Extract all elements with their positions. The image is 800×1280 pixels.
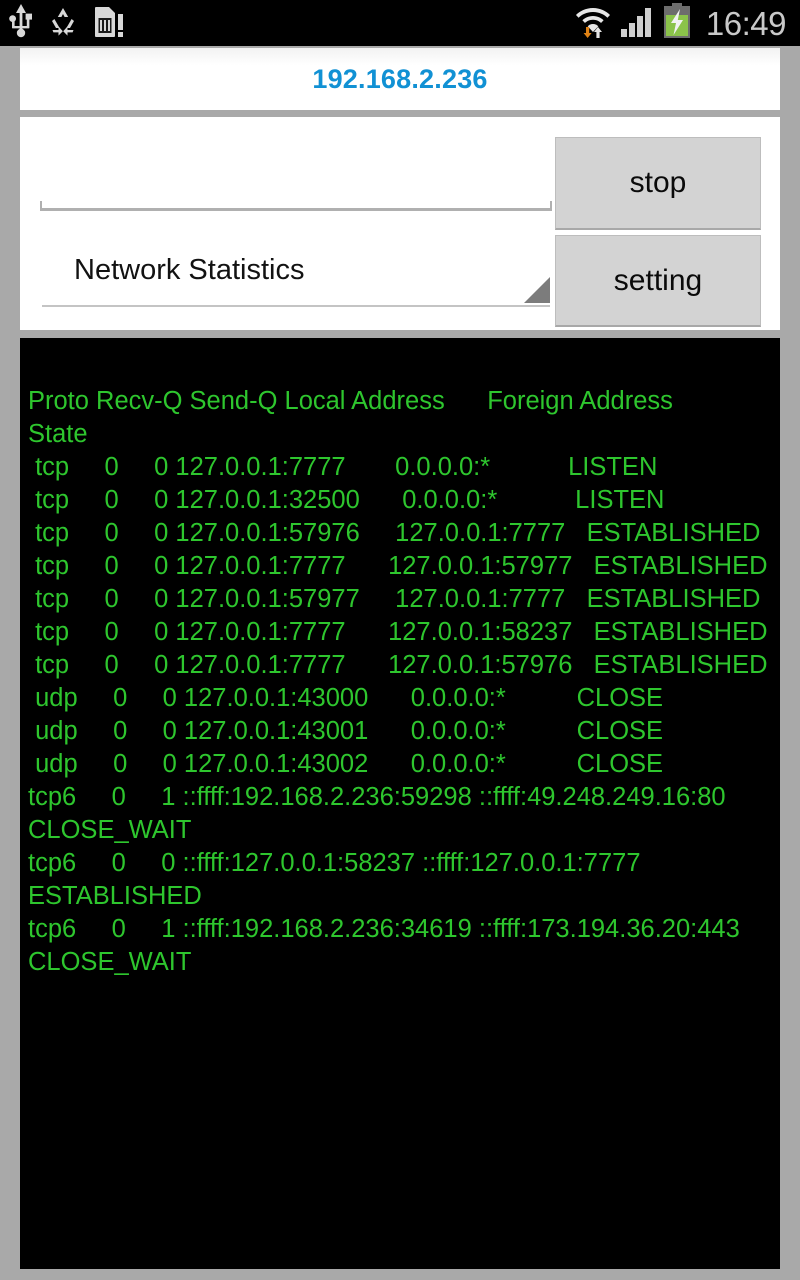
wifi-transfer-icon (575, 3, 611, 44)
terminal-lines-container: Proto Recv-Q Send-Q Local Address Foreig… (20, 338, 780, 979)
terminal-line: Proto Recv-Q Send-Q Local Address Foreig… (28, 387, 716, 448)
terminal-line: tcp 0 0 127.0.0.1:7777 0.0.0.0:* LISTEN (28, 453, 658, 481)
app-root: 16:49 192.168.2.236 Network Statistics s… (0, 0, 800, 1280)
terminal-line: udp 0 0 127.0.0.1:43001 0.0.0.0:* CLOSE (28, 717, 664, 745)
chevron-down-icon (524, 277, 550, 303)
terminal-line: tcp 0 0 127.0.0.1:57977 127.0.0.1:7777 E… (28, 585, 761, 613)
recycle-icon (48, 6, 78, 41)
terminal-line: tcp 0 0 127.0.0.1:7777 127.0.0.1:57977 E… (28, 552, 768, 580)
sdcard-warning-icon (92, 4, 124, 43)
terminal-line: tcp 0 0 127.0.0.1:7777 127.0.0.1:57976 E… (28, 651, 768, 679)
command-input-wrapper[interactable] (40, 129, 552, 211)
command-input[interactable] (40, 129, 552, 211)
usb-icon (8, 3, 34, 43)
terminal-line: tcp6 0 0 ::ffff:127.0.0.1:58237 ::ffff:1… (28, 849, 648, 910)
terminal-output[interactable]: Proto Recv-Q Send-Q Local Address Foreig… (20, 338, 780, 1269)
stop-button[interactable]: stop (555, 137, 761, 230)
terminal-line: tcp6 0 1 ::ffff:192.168.2.236:59298 ::ff… (28, 783, 733, 844)
terminal-line: tcp 0 0 127.0.0.1:57976 127.0.0.1:7777 E… (28, 519, 761, 547)
status-bar-left-icons (8, 3, 124, 43)
controls-panel: Network Statistics stop setting (20, 117, 780, 330)
terminal-line: tcp 0 0 127.0.0.1:32500 0.0.0.0:* LISTEN (28, 486, 665, 514)
battery-charging-icon (663, 2, 691, 44)
mode-spinner[interactable]: Network Statistics (42, 235, 550, 307)
terminal-line: udp 0 0 127.0.0.1:43000 0.0.0.0:* CLOSE (28, 684, 664, 712)
signal-bars-icon (620, 4, 654, 43)
terminal-line: tcp 0 0 127.0.0.1:7777 127.0.0.1:58237 E… (28, 618, 768, 646)
page-title: 192.168.2.236 (312, 63, 488, 94)
terminal-line: udp 0 0 127.0.0.1:43002 0.0.0.0:* CLOSE (28, 750, 664, 778)
status-bar-right-icons: 16:49 (575, 2, 787, 44)
status-bar-clock: 16:49 (705, 4, 787, 42)
mode-spinner-label: Network Statistics (74, 253, 305, 286)
terminal-line: tcp6 0 1 ::ffff:192.168.2.236:34619 ::ff… (28, 915, 747, 976)
title-bar: 192.168.2.236 (20, 48, 780, 110)
setting-button[interactable]: setting (555, 235, 761, 327)
command-input-underline (40, 201, 552, 211)
status-bar: 16:49 (0, 0, 800, 46)
